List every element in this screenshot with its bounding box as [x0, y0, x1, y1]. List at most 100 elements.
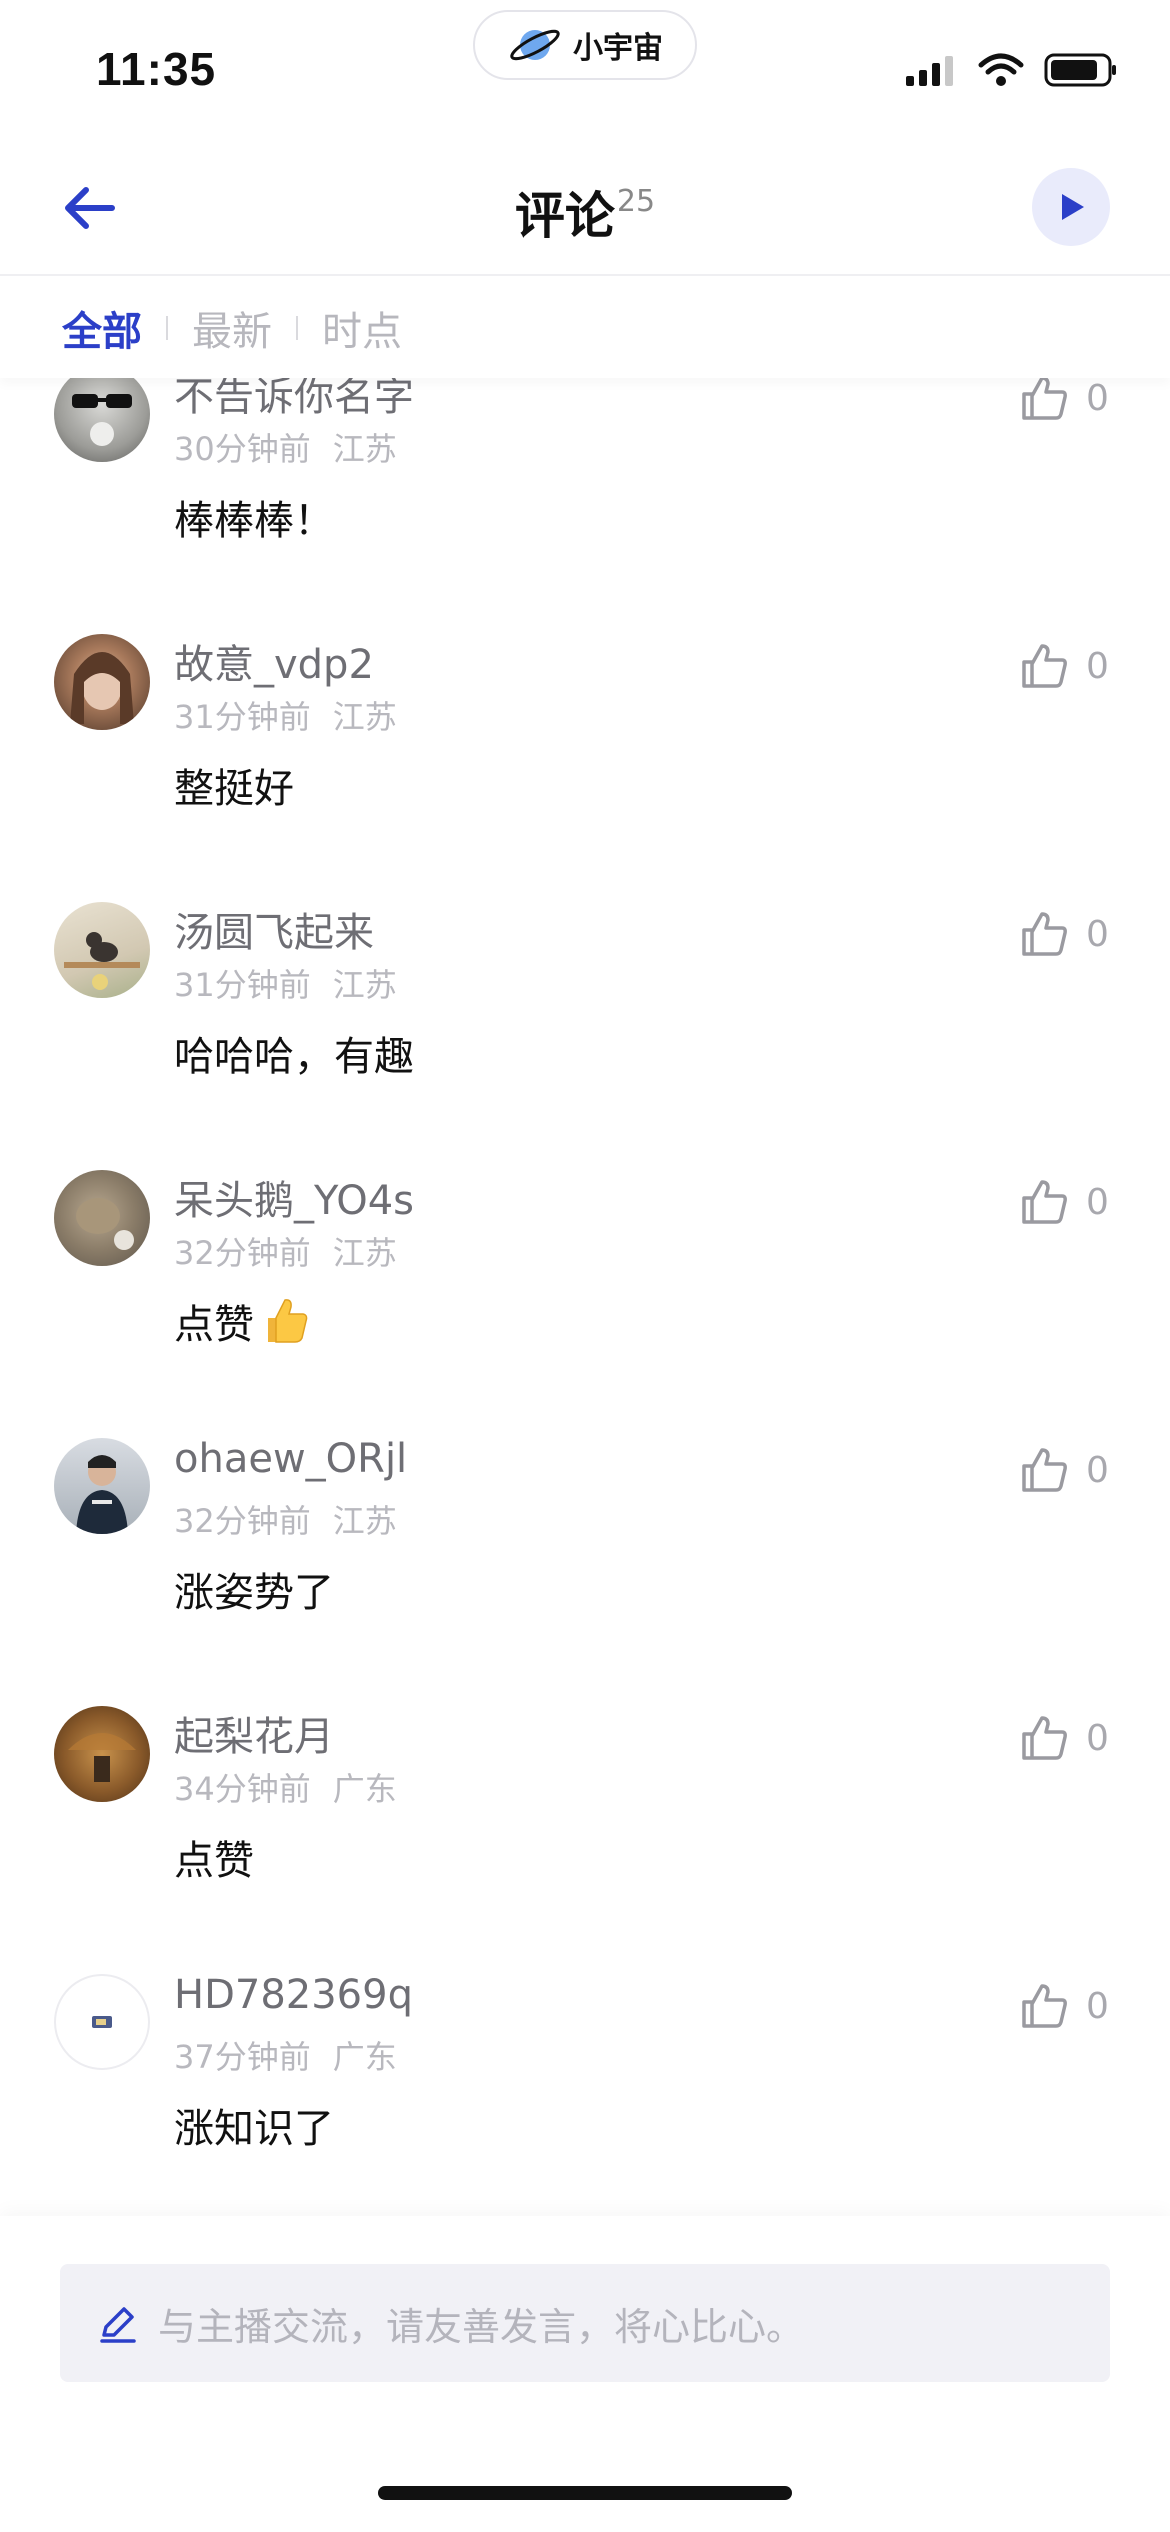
tab-timepoint[interactable]: 时点	[322, 299, 402, 357]
comment-list[interactable]: 不告诉你名字 30分钟前 江苏 棒棒棒！ 0 故意_vdp2 31分钟前 江苏 整挺…	[0, 378, 1170, 2216]
comment-location: 江苏	[332, 1502, 397, 1540]
comment-text: 涨姿势了	[174, 1570, 334, 1616]
comment-meta: 31分钟前 江苏	[174, 692, 397, 738]
thumbs-up-icon	[1022, 1448, 1067, 1492]
comment-item: HD782369q 37分钟前 广东 涨知识了 0	[0, 1972, 1170, 2216]
tab-divider	[296, 316, 298, 340]
filter-tabs: 全部 最新 时点	[0, 278, 1170, 378]
like-button[interactable]: 0	[1018, 1176, 1109, 1228]
pencil-icon	[100, 2307, 136, 2343]
comment-time: 32分钟前	[174, 1234, 311, 1272]
like-button[interactable]: 0	[1018, 1712, 1109, 1764]
nav-bar: 评论25	[0, 140, 1170, 276]
like-count: 0	[1086, 645, 1109, 687]
comment-input-placeholder: 与主播交流，请友善发言，将心比心。	[158, 2304, 805, 2349]
comment-username[interactable]: 故意_vdp2	[174, 632, 374, 690]
comment-username[interactable]: 不告诉你名字	[174, 378, 414, 422]
thumbs-up-icon	[1022, 1716, 1067, 1760]
comment-time: 37分钟前	[174, 2038, 311, 2076]
tab-latest[interactable]: 最新	[192, 299, 272, 357]
thumbs-up-icon	[1022, 1984, 1067, 2028]
avatar[interactable]	[54, 378, 150, 462]
like-count: 0	[1086, 1449, 1109, 1491]
status-time: 11:35	[96, 43, 217, 95]
comment-text-value: 点赞	[174, 1302, 254, 1348]
comment-meta: 31分钟前 江苏	[174, 960, 397, 1006]
comment-meta: 30分钟前 江苏	[174, 424, 397, 470]
comment-meta: 34分钟前 广东	[174, 1764, 397, 1810]
home-indicator[interactable]	[378, 2486, 792, 2500]
comment-text: 哈哈哈，有趣	[174, 1034, 414, 1080]
comment-username[interactable]: ohaew_ORjl	[174, 1436, 407, 1482]
avatar[interactable]	[54, 1974, 150, 2070]
comment-username[interactable]: 汤圆飞起来	[174, 900, 374, 958]
comment-text: 点赞	[174, 1292, 312, 1350]
like-button[interactable]: 0	[1018, 1980, 1109, 2032]
comment-time: 30分钟前	[174, 430, 311, 468]
planet-icon	[510, 29, 560, 61]
avatar[interactable]	[54, 634, 150, 730]
comment-item: 呆头鹅_YO4s 32分钟前 江苏 点赞 0	[0, 1170, 1170, 1438]
like-button[interactable]: 0	[1018, 908, 1109, 960]
comment-item: 起梨花月 34分钟前 广东 点赞 0	[0, 1706, 1170, 1974]
play-button[interactable]	[1032, 168, 1110, 246]
comment-text: 整挺好	[174, 766, 294, 812]
comment-input[interactable]: 与主播交流，请友善发言，将心比心。	[60, 2264, 1110, 2382]
thumbs-up-icon	[1022, 1180, 1067, 1224]
comment-meta: 32分钟前 江苏	[174, 1496, 397, 1542]
comment-item: ohaew_ORjl 32分钟前 江苏 涨姿势了 0	[0, 1436, 1170, 1706]
comment-count: 25	[616, 184, 656, 219]
comment-input-area: 与主播交流，请友善发言，将心比心。	[0, 2216, 1170, 2532]
thumbs-up-emoji	[268, 1299, 308, 1343]
comment-item: 汤圆飞起来 31分钟前 江苏 哈哈哈，有趣 0	[0, 902, 1170, 1170]
avatar[interactable]	[54, 1706, 150, 1802]
avatar[interactable]	[54, 1170, 150, 1266]
comment-meta: 37分钟前 广东	[174, 2032, 397, 2078]
comment-time: 34分钟前	[174, 1770, 311, 1808]
battery-icon	[1044, 53, 1116, 87]
status-icons	[906, 52, 1118, 88]
comment-location: 广东	[332, 2038, 397, 2076]
thumbs-up-icon	[1022, 378, 1067, 420]
avatar[interactable]	[54, 902, 150, 998]
status-bar: 11:35 小宇宙	[0, 0, 1170, 140]
comment-location: 江苏	[332, 1234, 397, 1272]
comment-item: 故意_vdp2 31分钟前 江苏 整挺好 0	[0, 634, 1170, 902]
tab-divider	[166, 316, 168, 340]
tab-all[interactable]: 全部	[62, 299, 142, 357]
page-title-text: 评论	[514, 187, 615, 245]
comment-username[interactable]: 起梨花月	[174, 1704, 334, 1762]
comment-location: 广东	[332, 1770, 397, 1808]
thumbs-up-icon	[1022, 912, 1067, 956]
like-button[interactable]: 0	[1018, 378, 1109, 424]
comment-username[interactable]: HD782369q	[174, 1972, 413, 2018]
like-count: 0	[1086, 378, 1109, 419]
app-pill-label: 小宇宙	[573, 31, 663, 66]
like-count: 0	[1086, 913, 1109, 955]
comment-text: 涨知识了	[174, 2106, 334, 2152]
thumbs-up-icon	[1022, 644, 1067, 688]
like-count: 0	[1086, 1717, 1109, 1759]
comment-item: 不告诉你名字 30分钟前 江苏 棒棒棒！ 0	[0, 378, 1170, 634]
comment-location: 江苏	[332, 430, 397, 468]
comment-time: 31分钟前	[174, 698, 311, 736]
comment-time: 31分钟前	[174, 966, 311, 1004]
comments-page: 11:35 小宇宙 评论25 全部 最新 时点 不告诉你名字 30分钟前 江苏 …	[0, 0, 1170, 2532]
like-button[interactable]: 0	[1018, 1444, 1109, 1496]
comment-text: 棒棒棒！	[174, 498, 334, 544]
wifi-icon	[978, 53, 1024, 86]
app-pill[interactable]: 小宇宙	[473, 10, 697, 80]
comment-username[interactable]: 呆头鹅_YO4s	[174, 1168, 414, 1226]
page-title: 评论25	[0, 176, 1170, 248]
comment-text: 点赞	[174, 1838, 254, 1884]
like-count: 0	[1086, 1985, 1109, 2027]
like-count: 0	[1086, 1181, 1109, 1223]
comment-location: 江苏	[332, 966, 397, 1004]
signal-icon	[906, 56, 953, 86]
like-button[interactable]: 0	[1018, 640, 1109, 692]
avatar[interactable]	[54, 1438, 150, 1534]
comment-location: 江苏	[332, 698, 397, 736]
play-icon	[1062, 194, 1084, 220]
comment-time: 32分钟前	[174, 1502, 311, 1540]
comment-meta: 32分钟前 江苏	[174, 1228, 397, 1274]
